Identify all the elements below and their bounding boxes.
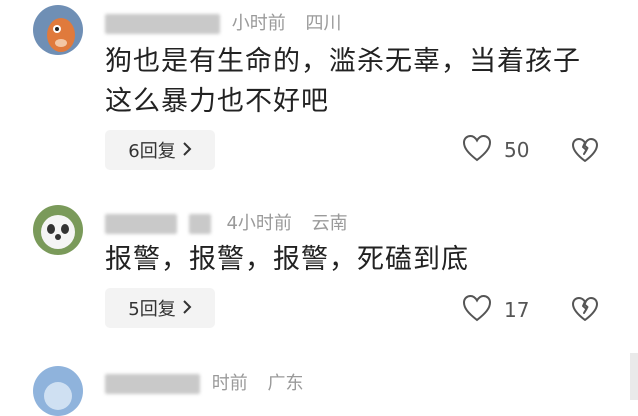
like-button[interactable]: 50 xyxy=(462,134,529,166)
avatar[interactable] xyxy=(33,5,83,55)
comment-time: 小时前 xyxy=(231,13,286,34)
like-count: 50 xyxy=(504,138,530,162)
chevron-right-icon xyxy=(182,298,192,319)
comment-time: 时前 xyxy=(211,373,248,394)
like-button[interactable]: 17 xyxy=(462,294,529,326)
chevron-right-icon xyxy=(182,140,192,161)
username-redacted xyxy=(105,14,220,34)
comment-text-line: 这么暴力也不好吧 xyxy=(105,86,329,117)
dislike-button[interactable] xyxy=(571,137,599,167)
comment-time: 4小时前 xyxy=(226,213,292,234)
username-redacted xyxy=(105,214,177,234)
comment-meta: 小时前 四川 xyxy=(105,9,341,35)
comment-meta: 时前 广东 xyxy=(105,369,303,395)
comment-location: 广东 xyxy=(267,373,304,394)
comment-text: 报警，报警，报警，死磕到底 xyxy=(105,240,469,280)
view-replies-button[interactable]: 6回复 xyxy=(105,130,215,170)
comment-text-line: 报警，报警，报警，死磕到底 xyxy=(105,244,469,275)
reply-count: 6回复 xyxy=(128,141,176,162)
view-replies-button[interactable]: 5回复 xyxy=(105,288,215,328)
broken-heart-icon xyxy=(572,297,598,321)
username-redacted xyxy=(188,214,211,234)
comment-location: 云南 xyxy=(311,213,348,234)
heart-icon xyxy=(462,134,492,166)
comment-location: 四川 xyxy=(305,13,342,34)
comment-text-line: 狗也是有生命的，滥杀无辜，当着孩子 xyxy=(105,46,581,77)
heart-icon xyxy=(462,294,492,326)
avatar[interactable] xyxy=(33,366,83,416)
dislike-button[interactable] xyxy=(571,296,599,326)
scrollbar[interactable] xyxy=(630,353,638,400)
reply-count: 5回复 xyxy=(128,299,176,320)
avatar[interactable] xyxy=(33,205,83,255)
like-count: 17 xyxy=(504,298,530,322)
comment-meta: 4小时前 云南 xyxy=(105,209,348,235)
broken-heart-icon xyxy=(572,138,598,162)
username-redacted xyxy=(105,374,200,394)
comment-text: 狗也是有生命的，滥杀无辜，当着孩子 这么暴力也不好吧 xyxy=(105,42,581,122)
